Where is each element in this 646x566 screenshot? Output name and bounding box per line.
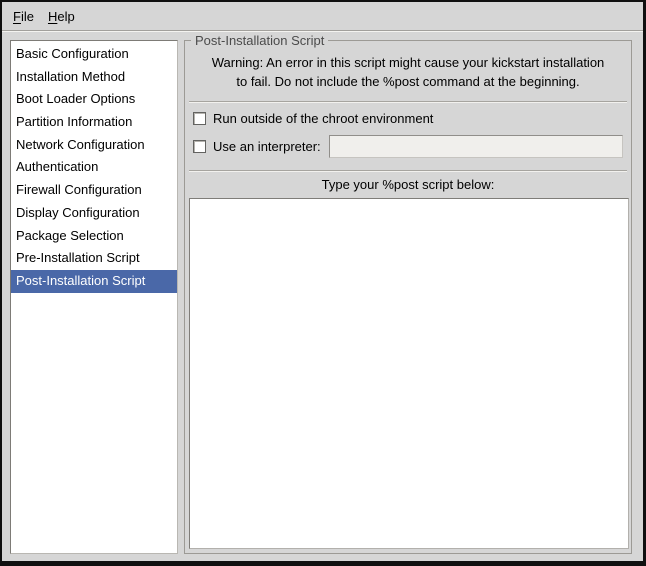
interpreter-checkbox-label[interactable]: Use an interpreter: — [213, 139, 321, 154]
separator — [189, 170, 627, 172]
menu-file-rest: ile — [21, 9, 34, 24]
separator — [189, 101, 627, 103]
sidebar-item-basic-configuration[interactable]: Basic Configuration — [11, 43, 177, 66]
interpreter-checkbox[interactable] — [193, 140, 206, 153]
sidebar-item-authentication[interactable]: Authentication — [11, 156, 177, 179]
sidebar-item-package-selection[interactable]: Package Selection — [11, 225, 177, 248]
warning-line-2: to fail. Do not include the %post comman… — [185, 72, 631, 91]
menu-help-rest: elp — [57, 9, 74, 24]
warning-text: Warning: An error in this script might c… — [185, 53, 631, 91]
menu-file-accel: F — [13, 9, 21, 24]
chroot-option-row: Run outside of the chroot environment — [193, 108, 623, 128]
sidebar-item-pre-installation-script[interactable]: Pre-Installation Script — [11, 247, 177, 270]
chroot-checkbox[interactable] — [193, 112, 206, 125]
sidebar-item-boot-loader-options[interactable]: Boot Loader Options — [11, 88, 177, 111]
menu-help[interactable]: Help — [41, 6, 82, 27]
sidebar-item-post-installation-script[interactable]: Post-Installation Script — [11, 270, 177, 293]
post-installation-script-panel: Post-Installation Script Warning: An err… — [184, 40, 632, 554]
interpreter-option-row: Use an interpreter: — [193, 133, 623, 159]
script-label: Type your %post script below: — [185, 177, 631, 192]
sidebar-item-display-configuration[interactable]: Display Configuration — [11, 202, 177, 225]
sidebar-item-firewall-configuration[interactable]: Firewall Configuration — [11, 179, 177, 202]
script-textarea[interactable] — [189, 198, 629, 549]
chroot-checkbox-label[interactable]: Run outside of the chroot environment — [213, 111, 433, 126]
warning-line-1: Warning: An error in this script might c… — [185, 53, 631, 72]
panel-title: Post-Installation Script — [191, 33, 328, 48]
sidebar-item-installation-method[interactable]: Installation Method — [11, 66, 177, 89]
menu-file[interactable]: File — [6, 6, 41, 27]
sidebar-item-partition-information[interactable]: Partition Information — [11, 111, 177, 134]
menubar: File Help — [2, 2, 643, 31]
sidebar-item-network-configuration[interactable]: Network Configuration — [11, 134, 177, 157]
menu-help-accel: H — [48, 9, 57, 24]
kickstart-configurator-window: File Help Basic Configuration Installati… — [0, 0, 646, 566]
sidebar-list: Basic Configuration Installation Method … — [10, 40, 178, 554]
interpreter-input[interactable] — [329, 135, 623, 158]
